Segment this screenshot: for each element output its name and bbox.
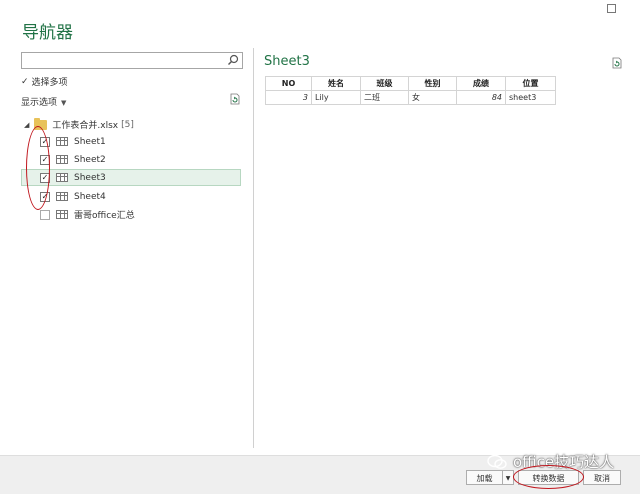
close-button[interactable] [604,3,618,17]
column-header: 班级 [360,76,409,91]
column-header: 性别 [408,76,457,91]
table-icon [56,210,68,219]
tree-item-summary[interactable]: 雷哥office汇总 [21,206,241,223]
tree-item-sheet3[interactable]: ✓ Sheet3 [21,169,241,186]
tree-item-label: Sheet4 [74,191,106,202]
tree-item-sheet1[interactable]: ✓ Sheet1 [21,133,241,150]
window-title: 导航器 [22,23,73,43]
tree-item-label: Sheet1 [74,136,106,147]
check-icon: ✓ [21,76,29,87]
select-multiple-checkbox[interactable]: ✓ 选择多项 [21,75,68,89]
search-icon[interactable] [227,54,239,66]
column-header: 成绩 [456,76,506,91]
display-options-label: 显示选项 [21,98,58,108]
tree-item-label: Sheet2 [74,154,106,165]
table-icon [56,192,68,201]
transform-data-button[interactable]: 转换数据 [518,470,579,485]
table-row: 3 Lily 二班 女 84 sheet3 [265,90,556,105]
load-dropdown-button[interactable]: ▼ [503,470,514,485]
restore-icon [606,4,616,13]
column-header: NO [265,76,312,91]
chevron-down-icon: ▼ [61,99,67,107]
table-icon [56,137,68,146]
select-multiple-label: 选择多项 [31,78,68,88]
column-header: 姓名 [311,76,361,91]
table-header-row: NO 姓名 班级 性别 成绩 位置 [265,76,556,91]
tree-item-label: Sheet3 [74,172,106,183]
checkbox[interactable]: ✓ [40,172,50,183]
load-button[interactable]: 加载 [466,470,503,485]
table-cell: 84 [456,90,506,105]
workbook-name: 工作表合并.xlsx [52,121,119,131]
table-cell: 女 [408,90,457,105]
table-cell: 二班 [360,90,409,105]
wechat-logo-icon [487,454,507,469]
search-input[interactable] [22,58,224,74]
tree-item-label: 雷哥office汇总 [74,211,135,221]
preview-title: Sheet3 [264,54,310,69]
table-cell: 3 [265,90,312,105]
watermark: office技巧达人 [487,451,614,472]
refresh-icon[interactable] [229,93,241,105]
checkbox[interactable]: ✓ [40,136,50,147]
checkbox[interactable]: ✓ [40,191,50,202]
search-field[interactable] [21,52,243,74]
column-header: 位置 [505,76,556,91]
table-cell: sheet3 [505,90,556,105]
folder-icon [34,117,48,130]
table-icon [56,173,68,182]
chevron-down-icon: ▼ [505,475,511,482]
refresh-preview-icon[interactable] [611,57,623,69]
expand-triangle-icon[interactable]: ◢ [24,121,29,129]
pane-divider [253,48,254,448]
display-options-dropdown[interactable]: 显示选项 ▼ [21,95,66,108]
tree-root-workbook[interactable]: ◢ 工作表合并.xlsx [5] [24,117,134,131]
checkbox[interactable]: ✓ [40,154,50,165]
preview-table: NO 姓名 班级 性别 成绩 位置 3 Lily 二班 女 84 sheet3 [265,76,556,105]
cancel-button[interactable]: 取消 [583,470,621,485]
tree-item-sheet2[interactable]: ✓ Sheet2 [21,151,241,168]
table-icon [56,155,68,164]
watermark-text: office技巧达人 [513,453,615,471]
checkbox[interactable] [40,209,50,220]
table-cell: Lily [311,90,361,105]
item-count: [5] [121,119,134,130]
tree-item-sheet4[interactable]: ✓ Sheet4 [21,188,241,205]
